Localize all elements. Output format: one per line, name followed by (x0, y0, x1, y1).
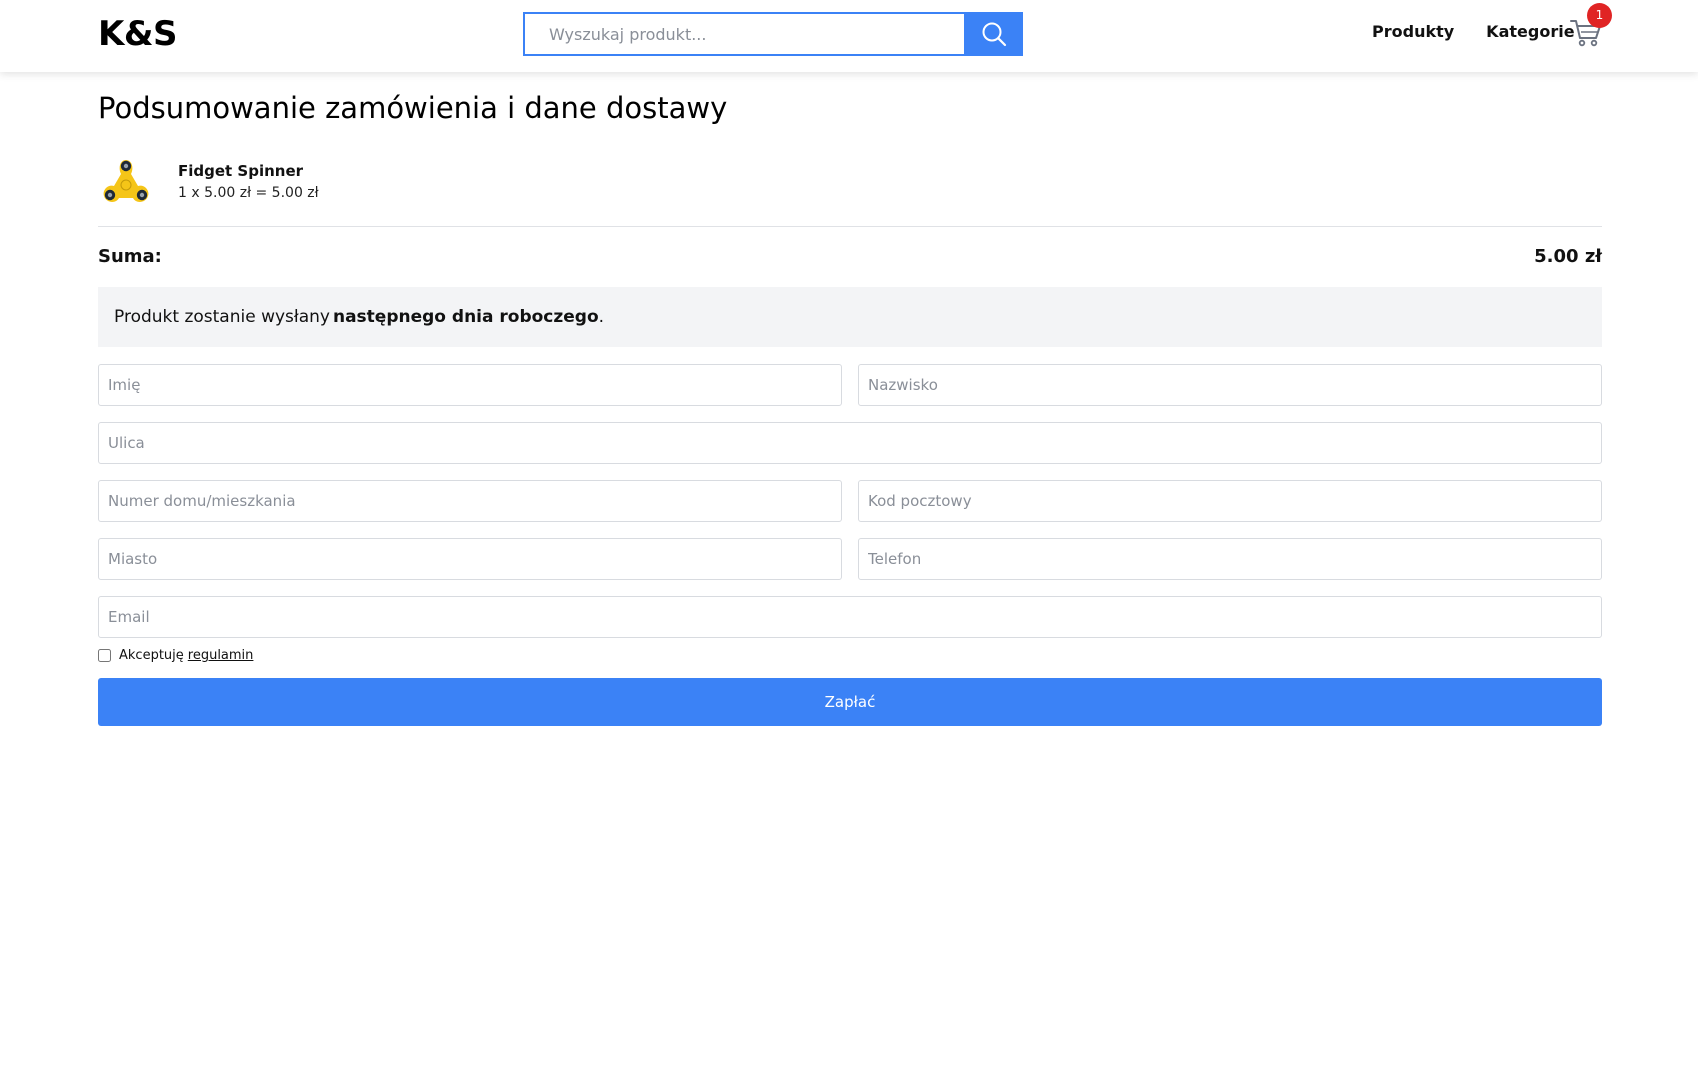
search-bar (523, 12, 1023, 56)
page-title: Podsumowanie zamówienia i dane dostawy (98, 91, 728, 125)
site-header: K&S Produkty Kategorie 1 (0, 0, 1698, 72)
nav-link-categories[interactable]: Kategorie (1486, 22, 1574, 41)
street-field[interactable] (98, 422, 1602, 464)
terms-checkbox[interactable] (98, 649, 111, 662)
sum-value: 5.00 zł (1534, 246, 1602, 267)
terms-label: Akceptuję (119, 648, 184, 663)
product-name: Fidget Spinner (178, 162, 304, 180)
fidget-spinner-icon (103, 160, 149, 202)
divider (98, 226, 1602, 227)
order-item-details: Fidget Spinner 1 x 5.00 zł = 5.00 zł (178, 160, 319, 204)
shipping-notice: Produkt zostanie wysłany następnego dnia… (98, 287, 1602, 347)
order-sum: Suma: 5.00 zł (98, 245, 1602, 269)
search-input[interactable] (523, 12, 964, 56)
house-number-field[interactable] (98, 480, 842, 522)
search-button[interactable] (964, 12, 1023, 56)
postal-code-field[interactable] (858, 480, 1602, 522)
search-icon (982, 22, 1006, 47)
terms-link[interactable]: regulamin (188, 648, 254, 663)
cart-count-badge: 1 (1587, 3, 1612, 28)
main-nav: Produkty Kategorie (1372, 22, 1575, 41)
terms-row: Akceptuję regulamin (98, 648, 1602, 663)
sum-label: Suma: (98, 246, 162, 267)
product-price-line: 1 x 5.00 zł = 5.00 zł (178, 185, 319, 201)
last-name-field[interactable] (858, 364, 1602, 406)
nav-link-products[interactable]: Produkty (1372, 22, 1454, 41)
email-field[interactable] (98, 596, 1602, 638)
notice-suffix: . (598, 307, 605, 327)
checkout-main: Podsumowanie zamówienia i dane dostawy F… (98, 72, 1602, 726)
notice-bold: następnego dnia roboczego (332, 307, 599, 327)
order-item: Fidget Spinner 1 x 5.00 zł = 5.00 zł (98, 154, 1602, 210)
pay-button[interactable]: Zapłać (98, 678, 1602, 726)
city-field[interactable] (98, 538, 842, 580)
phone-field[interactable] (858, 538, 1602, 580)
notice-prefix: Produkt zostanie wysłany (114, 307, 330, 327)
logo[interactable]: K&S (98, 14, 177, 54)
delivery-form: Akceptuję regulamin Zapłać (98, 364, 1602, 726)
first-name-field[interactable] (98, 364, 842, 406)
